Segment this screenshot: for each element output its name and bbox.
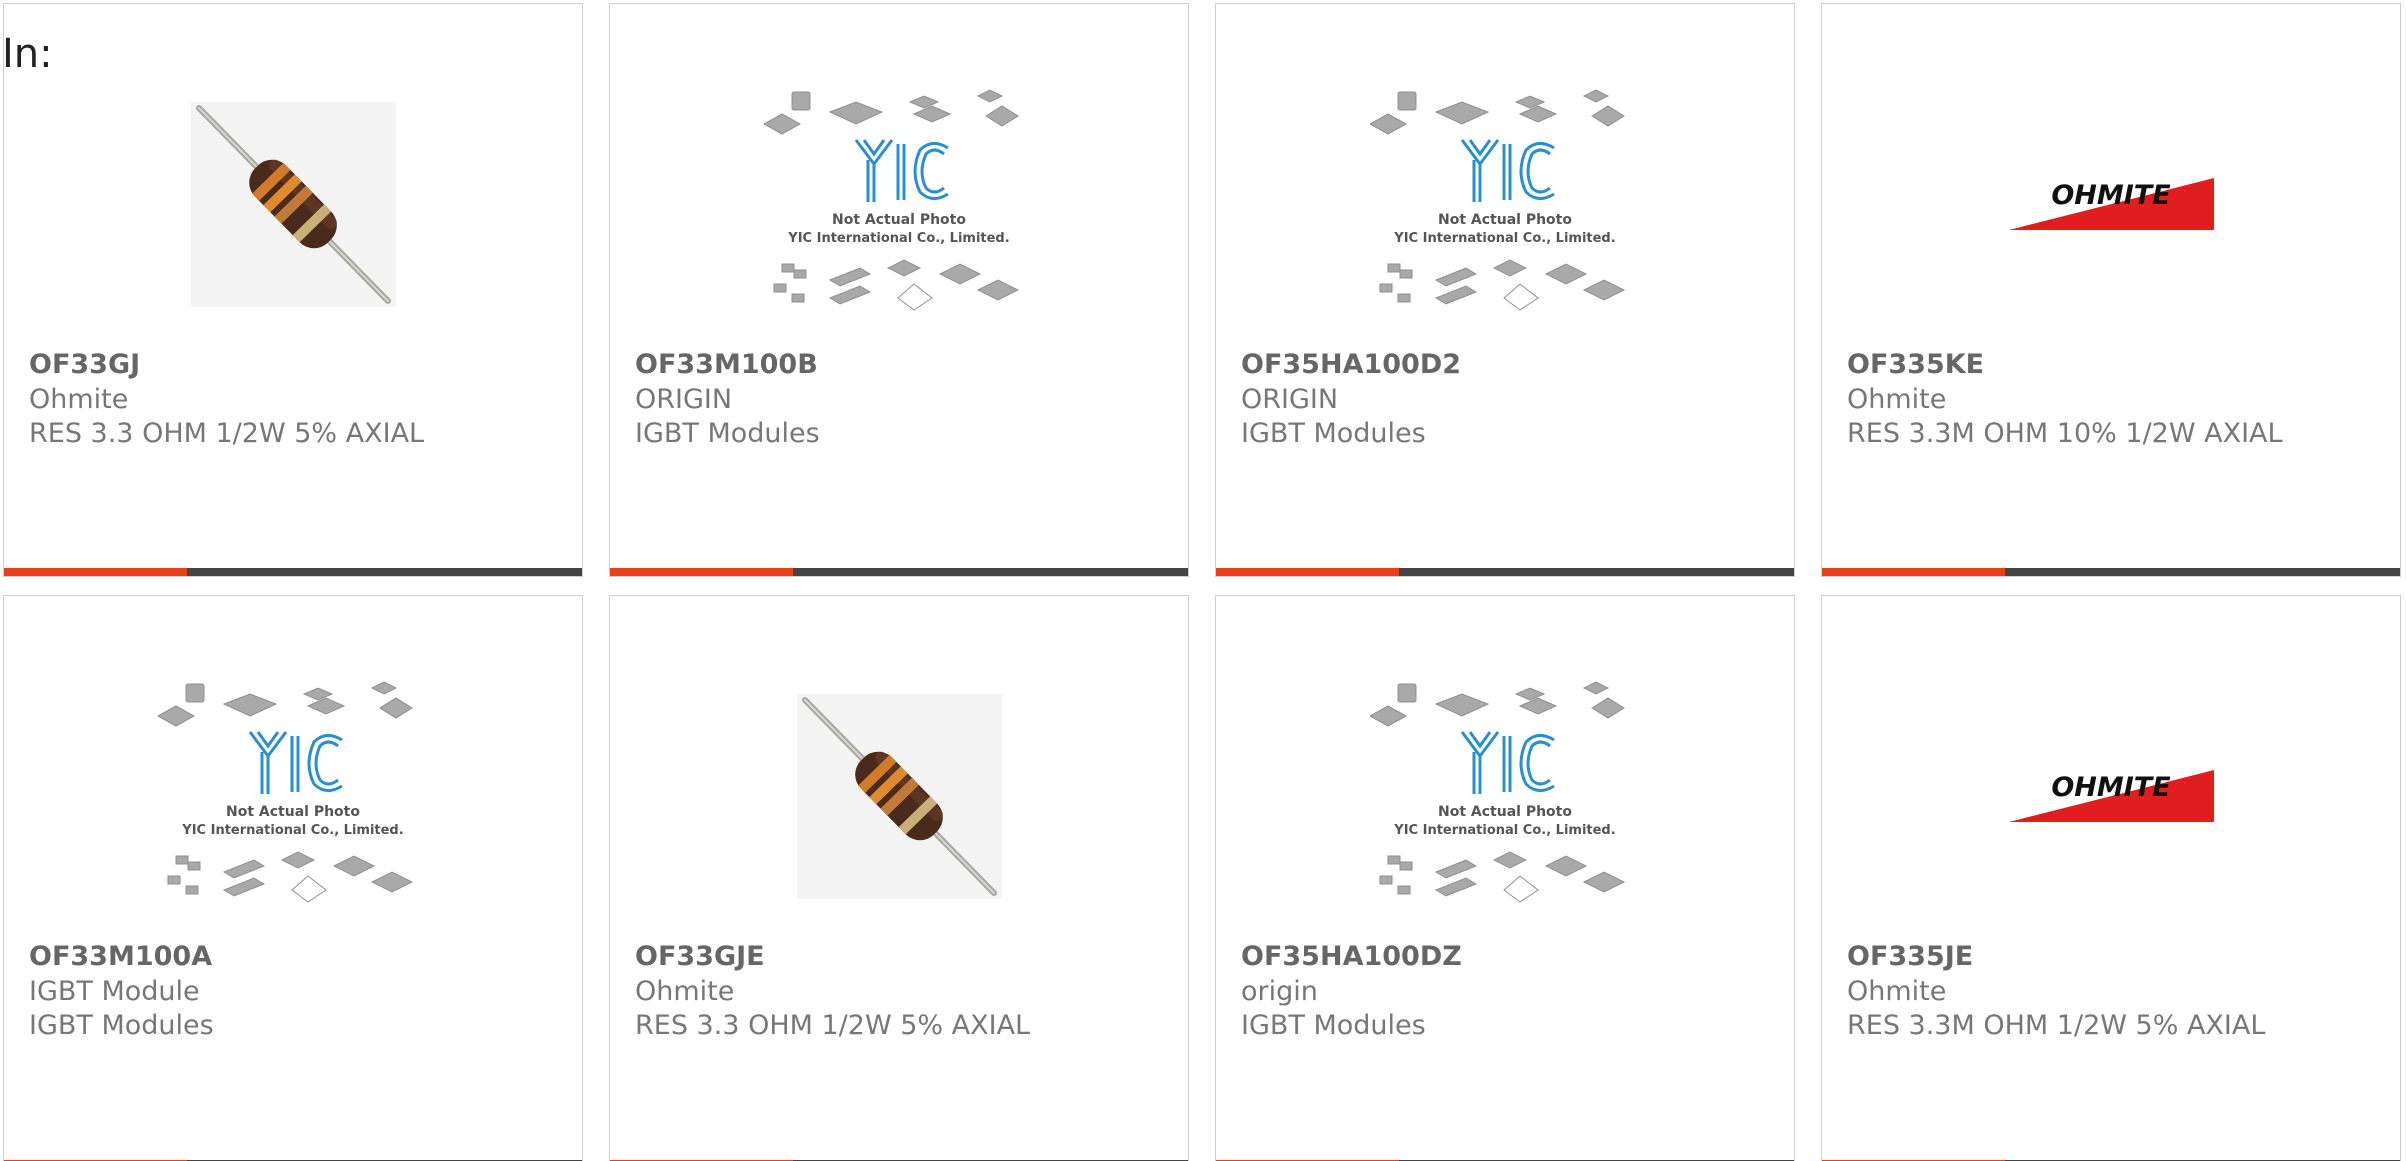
card-footer-accent: [1216, 568, 1399, 576]
placeholder-line2: YIC International Co., Limited.: [787, 231, 1009, 246]
card-footer-accent: [4, 568, 187, 576]
product-image[interactable]: Not Actual Photo YIC International Co., …: [1216, 656, 1794, 936]
manufacturer: Ohmite: [635, 976, 735, 1007]
placeholder-line2: YIC International Co., Limited.: [181, 823, 403, 838]
product-card[interactable]: Not Actual Photo YIC International Co., …: [609, 3, 1189, 577]
card-footer-accent: [1822, 568, 2005, 576]
part-number[interactable]: OF35HA100D2: [1241, 349, 1461, 380]
product-image[interactable]: OHMITE: [1822, 656, 2400, 936]
product-card[interactable]: OHMITE OF335JE Ohmite RES 3.3M OHM 1/2W 5%…: [1821, 595, 2401, 1161]
part-number[interactable]: OF33M100A: [29, 941, 212, 972]
product-image[interactable]: Not Actual Photo YIC International Co., …: [1216, 64, 1794, 344]
ohmite-logo: OHMITE: [2008, 770, 2214, 822]
product-grid: OF33GJ Ohmite RES 3.3 OHM 1/2W 5% AXIAL No…: [3, 3, 2403, 1161]
manufacturer: ORIGIN: [635, 384, 733, 415]
placeholder-line1: Not Actual Photo: [832, 212, 966, 228]
description: RES 3.3 OHM 1/2W 5% AXIAL: [635, 1010, 1031, 1041]
placeholder-line2: YIC International Co., Limited.: [1393, 823, 1615, 838]
part-number[interactable]: OF33GJE: [635, 941, 765, 972]
description: IGBT Modules: [29, 1010, 214, 1041]
ohmite-logo: OHMITE: [2008, 178, 2214, 230]
part-number[interactable]: OF335JE: [1847, 941, 1973, 972]
resistor-image: [190, 101, 396, 307]
product-card[interactable]: Not Actual Photo YIC International Co., …: [1215, 595, 1795, 1161]
card-footer-bar: [4, 568, 582, 576]
manufacturer: ORIGIN: [1241, 384, 1339, 415]
description: RES 3.3M OHM 1/2W 5% AXIAL: [1847, 1010, 2266, 1041]
not-actual-photo-image: Not Actual Photo YIC International Co., …: [158, 681, 414, 903]
not-actual-photo-image: Not Actual Photo YIC International Co., …: [1370, 681, 1626, 903]
part-number[interactable]: OF33GJ: [29, 349, 140, 380]
product-image[interactable]: OHMITE: [1822, 64, 2400, 344]
product-card[interactable]: Not Actual Photo YIC International Co., …: [1215, 3, 1795, 577]
ohmite-logo-text: OHMITE: [2051, 772, 2171, 803]
description: RES 3.3M OHM 10% 1/2W AXIAL: [1847, 418, 2283, 449]
card-footer-bar: [1822, 568, 2400, 576]
card-footer-accent: [610, 568, 793, 576]
product-card[interactable]: OF33GJ Ohmite RES 3.3 OHM 1/2W 5% AXIAL: [3, 3, 583, 577]
not-actual-photo-image: Not Actual Photo YIC International Co., …: [764, 89, 1020, 311]
placeholder-line1: Not Actual Photo: [1438, 212, 1572, 228]
product-card[interactable]: OHMITE OF335KE Ohmite RES 3.3M OHM 10% 1/2…: [1821, 3, 2401, 577]
in-label: In:: [2, 31, 53, 77]
description: IGBT Modules: [635, 418, 820, 449]
description: IGBT Modules: [1241, 1010, 1426, 1041]
product-card[interactable]: Not Actual Photo YIC International Co., …: [3, 595, 583, 1161]
product-image[interactable]: Not Actual Photo YIC International Co., …: [4, 656, 582, 936]
part-number[interactable]: OF335KE: [1847, 349, 1984, 380]
not-actual-photo-image: Not Actual Photo YIC International Co., …: [1370, 89, 1626, 311]
description: IGBT Modules: [1241, 418, 1426, 449]
manufacturer: origin: [1241, 976, 1318, 1007]
page: OF33GJ Ohmite RES 3.3 OHM 1/2W 5% AXIAL No…: [0, 0, 2406, 1161]
manufacturer: Ohmite: [29, 384, 129, 415]
product-image[interactable]: [4, 64, 582, 344]
manufacturer: IGBT Module: [29, 976, 200, 1007]
part-number[interactable]: OF33M100B: [635, 349, 818, 380]
description: RES 3.3 OHM 1/2W 5% AXIAL: [29, 418, 425, 449]
placeholder-line1: Not Actual Photo: [226, 804, 360, 820]
ohmite-logo-text: OHMITE: [2051, 180, 2171, 211]
part-number[interactable]: OF35HA100DZ: [1241, 941, 1462, 972]
manufacturer: Ohmite: [1847, 976, 1947, 1007]
product-image[interactable]: [610, 656, 1188, 936]
product-image[interactable]: Not Actual Photo YIC International Co., …: [610, 64, 1188, 344]
placeholder-line2: YIC International Co., Limited.: [1393, 231, 1615, 246]
manufacturer: Ohmite: [1847, 384, 1947, 415]
product-card[interactable]: OF33GJE Ohmite RES 3.3 OHM 1/2W 5% AXIAL: [609, 595, 1189, 1161]
resistor-image: [796, 693, 1002, 899]
placeholder-line1: Not Actual Photo: [1438, 804, 1572, 820]
card-footer-bar: [610, 568, 1188, 576]
card-footer-bar: [1216, 568, 1794, 576]
